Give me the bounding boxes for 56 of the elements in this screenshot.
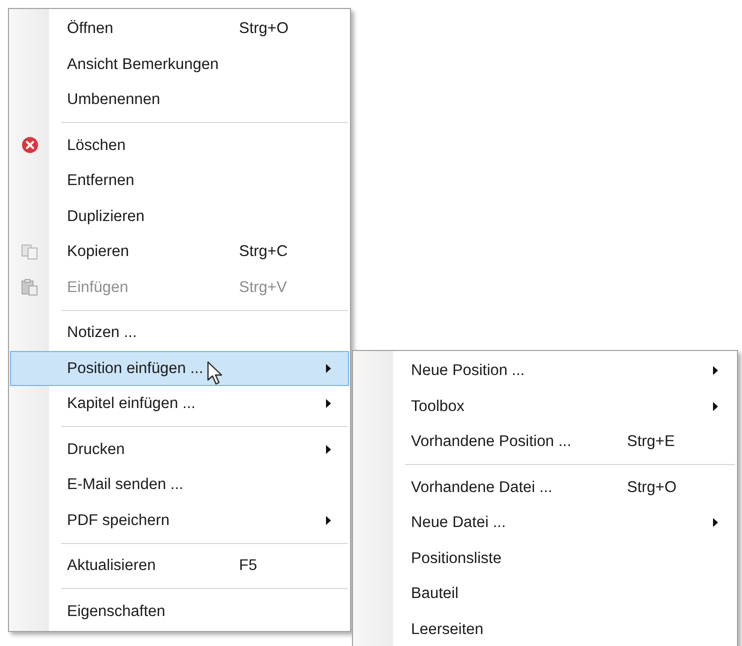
item-label: Position einfügen ... — [67, 360, 204, 377]
item-label: Bauteil — [411, 585, 458, 602]
item-label: Kopieren — [67, 243, 130, 260]
item-label: Ansicht Bemerkungen — [67, 56, 219, 73]
item-label: Eigenschaften — [67, 602, 166, 620]
shortcut-label: Strg+O — [239, 19, 289, 40]
menu-item[interactable]: Drucken — [10, 432, 349, 467]
menu-item[interactable]: Vorhandene Datei ... Strg+O — [354, 470, 736, 505]
item-label: Notizen ... — [67, 324, 137, 342]
menu-item[interactable]: Leerseiten — [354, 612, 736, 646]
paste-icon — [21, 278, 39, 296]
menu-item[interactable]: Kapitel einfügen ... — [10, 386, 349, 422]
menu-item[interactable]: Kopieren Strg+C — [10, 234, 349, 270]
menu-item[interactable]: Bauteil — [354, 576, 736, 612]
item-label: Toolbox — [411, 398, 464, 415]
item-label: Leerseiten — [411, 620, 484, 638]
menu-item[interactable]: Vorhandene Position ... Strg+E — [354, 424, 736, 460]
menu-item[interactable]: Neue Datei ... — [354, 505, 736, 540]
menu-item[interactable]: Position einfügen ... — [10, 350, 349, 386]
item-label: Drucken — [67, 440, 125, 458]
item-label: Neue Position ... — [411, 362, 525, 380]
menu-item[interactable]: Entfernen — [10, 163, 349, 198]
item-label: Öffnen — [67, 20, 114, 38]
item-label: Vorhandene Position ... — [411, 433, 572, 450]
menu-item[interactable]: E-Mail senden ... — [10, 467, 349, 502]
delete-icon — [21, 136, 39, 154]
item-label: E-Mail senden ... — [67, 476, 184, 494]
item-label: Einfügen — [67, 278, 128, 296]
item-label: Vorhandene Datei ... — [411, 478, 552, 496]
shortcut-label: Strg+E — [627, 432, 675, 452]
menu-item[interactable]: Eigenschaften — [10, 594, 349, 629]
menu-item[interactable]: Toolbox — [354, 388, 736, 424]
shortcut-label: F5 — [239, 556, 258, 576]
item-label: Umbenennen — [67, 91, 160, 108]
menu-item[interactable]: Aktualisieren F5 — [10, 548, 349, 584]
item-label: Neue Datei ... — [411, 514, 506, 532]
menu-item[interactable]: Umbenennen — [10, 82, 349, 118]
copy-icon — [21, 244, 39, 260]
menu-item[interactable]: Notizen ... — [10, 315, 349, 350]
item-label: PDF speichern — [67, 512, 170, 529]
shortcut-label: Strg+O — [627, 478, 677, 498]
item-label: Löschen — [67, 136, 126, 154]
item-label: Aktualisieren — [67, 557, 156, 574]
menu-item[interactable]: Positionsliste — [354, 540, 736, 576]
menu-item[interactable]: Duplizieren — [10, 198, 349, 234]
shortcut-label: Strg+C — [239, 242, 288, 262]
item-label: Entfernen — [67, 172, 134, 190]
menu-item[interactable]: PDF speichern — [10, 502, 349, 538]
menu-item[interactable]: Ansicht Bemerkungen — [10, 46, 349, 82]
item-label: Positionsliste — [411, 550, 502, 567]
shortcut-label: Strg+V — [239, 278, 287, 298]
item-label: Duplizieren — [67, 208, 145, 225]
menu-item[interactable]: Öffnen Strg+O — [10, 11, 349, 46]
menu-item[interactable]: Neue Position ... — [354, 353, 736, 388]
item-label: Kapitel einfügen ... — [67, 395, 196, 412]
menu-item[interactable]: Löschen — [10, 128, 349, 163]
